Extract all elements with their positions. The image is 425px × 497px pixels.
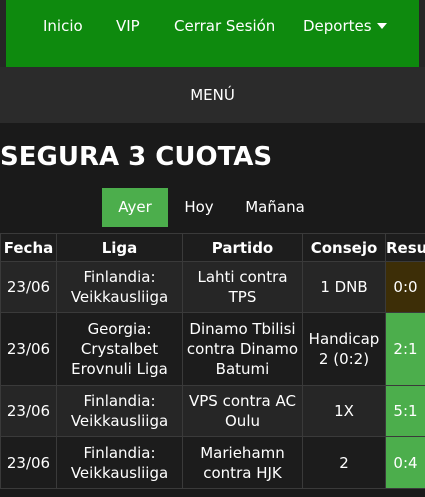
tab-hoy[interactable]: Hoy [170, 188, 228, 227]
tab-manana[interactable]: Mañana [230, 188, 320, 227]
page-title: SEGURA 3 CUOTAS [0, 142, 273, 172]
cell-match: Dinamo Tbilisi contra Dinamo Batumi [182, 312, 303, 386]
cell-league: Georgia: Crystalbet Erovnuli Liga [56, 312, 183, 386]
cell-date: 23/06 [0, 312, 57, 386]
nav-item-deportes-label: Deportes [303, 17, 372, 35]
cell-match: Mariehamn contra HJK [182, 436, 303, 489]
cell-result: 0:4 [385, 436, 425, 489]
cell-league: Finlandia: Veikkausliiga [56, 261, 183, 313]
cell-tip: 1 DNB [302, 261, 386, 313]
cell-result: 0:0 [385, 261, 425, 313]
cell-league: Finlandia: Veikkausliiga [56, 436, 183, 489]
table-row: 23/06 Finlandia: Veikkausliiga Lahti con… [0, 261, 425, 313]
cell-date: 23/06 [0, 385, 57, 437]
menu-toggle-label: MENÚ [190, 86, 235, 104]
table-row: 23/06 Finlandia: Veikkausliiga VPS contr… [0, 385, 425, 437]
cell-result: 2:1 [385, 312, 425, 386]
nav-item-inicio[interactable]: Inicio [43, 16, 83, 36]
cell-date: 23/06 [0, 436, 57, 489]
cell-tip: 2 [302, 436, 386, 489]
cell-result: 5:1 [385, 385, 425, 437]
header-fecha: Fecha [0, 233, 57, 262]
top-navbar: Inicio VIP Cerrar Sesión Deportes [0, 0, 425, 67]
cell-match: Lahti contra TPS [182, 261, 303, 313]
caret-down-icon [376, 23, 387, 29]
header-partido: Partido [182, 233, 303, 262]
header-liga: Liga [56, 233, 183, 262]
nav-item-deportes[interactable]: Deportes [303, 16, 387, 36]
navbar-right-edge [419, 0, 425, 67]
nav-item-vip[interactable]: VIP [116, 16, 140, 36]
tips-table: Fecha Liga Partido Consejo Resultado 23/… [0, 233, 425, 489]
header-resultado: Resultado [385, 233, 425, 262]
tab-ayer[interactable]: Ayer [102, 188, 168, 227]
cell-date: 23/06 [0, 261, 57, 313]
cell-league: Finlandia: Veikkausliiga [56, 385, 183, 437]
header-consejo: Consejo [302, 233, 386, 262]
table-row: 23/06 Georgia: Crystalbet Erovnuli Liga … [0, 312, 425, 386]
cell-tip: Handicap 2 (0:2) [302, 312, 386, 386]
cell-match: VPS contra AC Oulu [182, 385, 303, 437]
navbar-left-edge [0, 0, 6, 67]
table-row: 23/06 Finlandia: Veikkausliiga Mariehamn… [0, 436, 425, 489]
table-header-row: Fecha Liga Partido Consejo Resultado [0, 233, 425, 262]
nav-item-cerrar-sesion[interactable]: Cerrar Sesión [174, 16, 275, 36]
menu-toggle-bar[interactable]: MENÚ [0, 67, 425, 123]
cell-tip: 1X [302, 385, 386, 437]
